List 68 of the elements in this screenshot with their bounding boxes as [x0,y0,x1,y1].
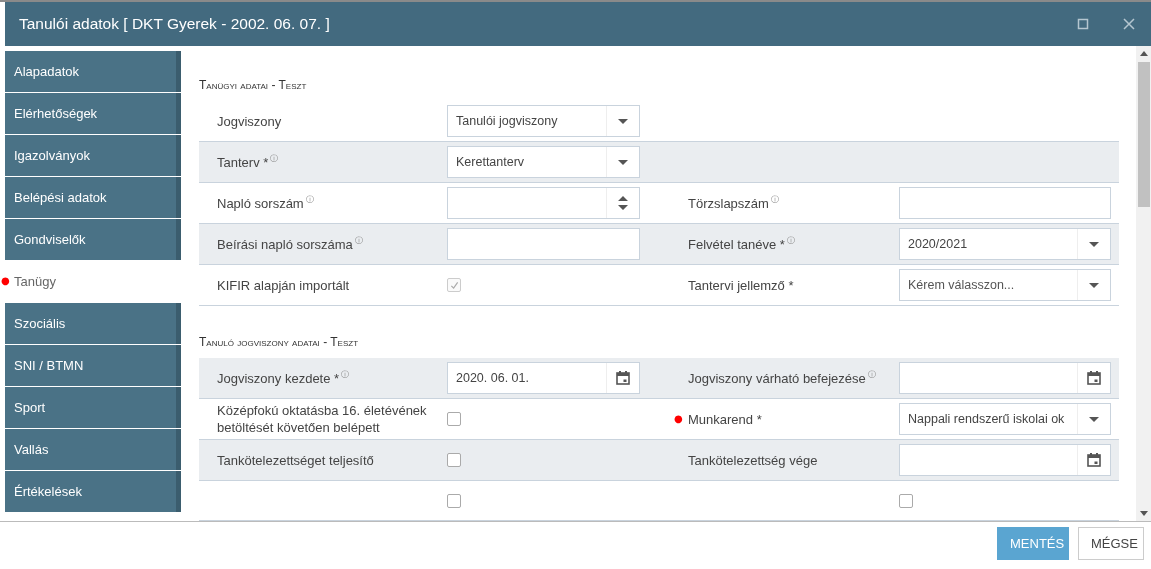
dropdown-field[interactable]: Nappali rendszerű iskolai ok [899,403,1111,435]
calendar-icon[interactable] [1087,371,1101,385]
field-label: Törzslapszám [688,194,769,212]
dropdown-field[interactable]: Kérem válasszon... [899,269,1111,301]
date-field[interactable]: 2020. 06. 01. [447,362,640,394]
scrollbar[interactable] [1136,46,1151,521]
sidebar-item[interactable]: SNI / BTMN [5,345,181,386]
spinner-arrows-icon[interactable] [618,195,628,211]
checkbox[interactable] [447,412,461,426]
checkbox[interactable] [899,493,913,508]
sidebar-item[interactable]: Gondviselők [5,219,181,260]
info-icon[interactable]: ⓘ [867,370,876,380]
scroll-down-icon[interactable] [1139,511,1148,516]
field-label: Jogviszony kezdete * [217,369,340,387]
info-icon[interactable]: ⓘ [270,154,279,164]
dropdown-field[interactable]: 2020/2021 [899,228,1111,260]
window-title: Tanulói adatok [ DKT Gyerek - 2002. 06. 07. ] [19,15,331,33]
dropdown-field[interactable]: Kerettanterv [447,146,640,178]
field-label: Tankötelezettség vége [688,451,818,469]
close-icon[interactable] [1123,18,1135,30]
info-icon[interactable]: ⓘ [786,236,795,246]
info-icon[interactable]: ⓘ [354,236,363,246]
sidebar-item[interactable]: Vallás [5,429,181,470]
checkbox[interactable] [447,453,461,467]
field-label: Beírási napló sorszáma [217,235,353,253]
field-label: Jogviszony [217,112,282,130]
maximize-icon[interactable] [1077,18,1089,30]
info-icon[interactable]: ⓘ [305,195,314,205]
scrollbar-thumb[interactable] [1137,62,1150,207]
error-dot: ● [674,414,683,424]
field-label: Napló sorszám [217,194,304,212]
calendar-icon[interactable] [616,371,630,385]
sidebar-item[interactable]: Sport [5,387,181,428]
cancel-button[interactable]: MÉGSE [1078,527,1144,560]
scroll-up-icon[interactable] [1139,51,1148,56]
date-field[interactable] [899,444,1111,476]
date-field[interactable] [899,362,1111,394]
caret-icon [1089,282,1099,288]
sidebar-item[interactable]: Belépési adatok [5,177,181,218]
sidebar-item[interactable]: Szociális [5,303,181,344]
caret-icon [618,159,628,165]
field-label: Tantervi jellemző * [688,276,794,294]
section-title: Tanuló jogviszony adatai - Teszt [199,334,360,351]
checkmark-icon [449,280,459,290]
checkbox[interactable] [447,493,461,508]
field-label: Középfokú oktatásba 16. életévének betöltését követően belépett [217,402,428,436]
field-label: Jogviszony várható befejezése [688,369,866,387]
field-label: KIFIR alapján importált [217,276,350,294]
info-icon[interactable]: ⓘ [341,370,350,380]
dropdown-field[interactable]: Tanulói jogviszony [447,105,640,137]
save-button[interactable]: MENTÉS [997,527,1069,560]
caret-icon [1089,416,1099,422]
field-label: Felvétel tanéve * [688,235,785,253]
sidebar-item[interactable]: Alapadatok [5,51,181,92]
text-field[interactable] [447,228,640,260]
sidebar-item[interactable]: Igazolványok [5,135,181,176]
sidebar-item[interactable]: Értékelések [5,471,181,512]
field-label: Tankötelezettséget teljesítő [217,451,374,469]
sidebar-item[interactable]: Elérhetőségek [5,93,181,134]
section-title: Tanügyi adatai - Teszt [199,77,308,94]
text-field[interactable] [899,187,1111,219]
caret-icon [1089,241,1099,247]
info-icon[interactable]: ⓘ [770,195,779,205]
calendar-icon[interactable] [1087,453,1101,467]
field-label: Munkarend * [688,410,762,428]
field-label: Tanterv * [217,153,269,171]
caret-icon [618,118,628,124]
number-field[interactable] [447,187,640,219]
